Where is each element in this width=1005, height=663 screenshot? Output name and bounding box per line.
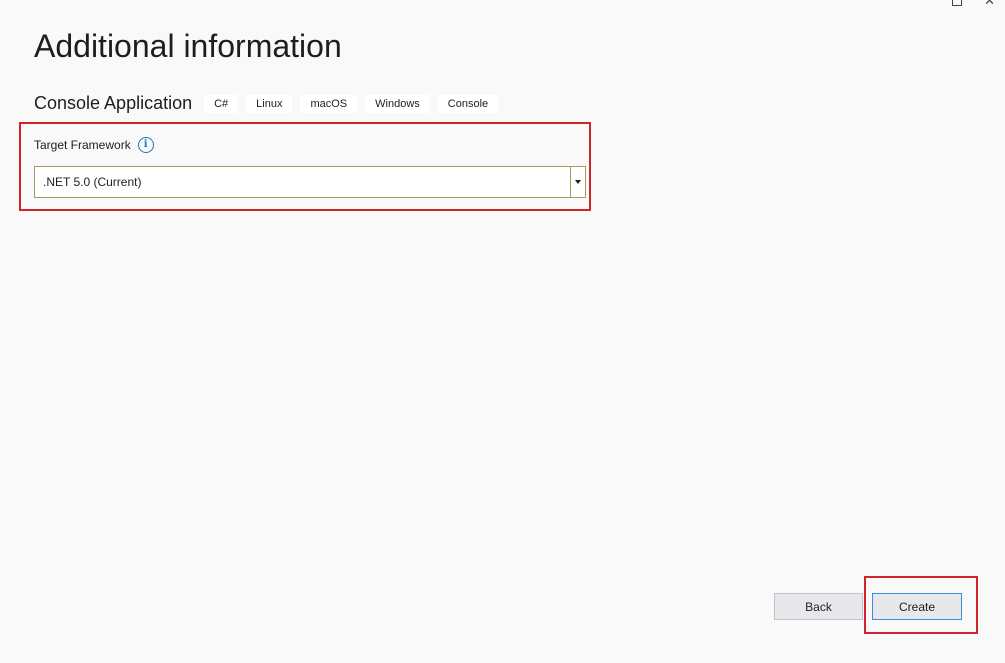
- create-highlight-box: [864, 576, 978, 634]
- framework-selected-value: .NET 5.0 (Current): [43, 175, 142, 189]
- tag-project-type: Console: [437, 94, 499, 113]
- framework-dropdown[interactable]: .NET 5.0 (Current): [34, 166, 586, 198]
- framework-label-row: Target Framework i: [34, 137, 154, 153]
- template-name: Console Application: [34, 93, 193, 113]
- tag-platform-linux: Linux: [246, 94, 293, 113]
- window-controls: ✕: [952, 0, 995, 7]
- tag-platform-windows: Windows: [365, 94, 430, 113]
- info-icon[interactable]: i: [137, 137, 154, 153]
- page-title: Additional information: [34, 28, 342, 64]
- framework-label: Target Framework: [34, 138, 131, 152]
- close-icon[interactable]: ✕: [984, 0, 995, 7]
- tag-platform-macos: macOS: [300, 94, 358, 113]
- template-summary: Console Application C# Linux macOS Windo…: [34, 93, 506, 114]
- maximize-icon[interactable]: [952, 0, 963, 6]
- back-button[interactable]: Back: [774, 593, 863, 620]
- tag-language: C#: [204, 94, 239, 113]
- chevron-down-icon: [575, 180, 581, 184]
- dropdown-button[interactable]: [570, 167, 585, 197]
